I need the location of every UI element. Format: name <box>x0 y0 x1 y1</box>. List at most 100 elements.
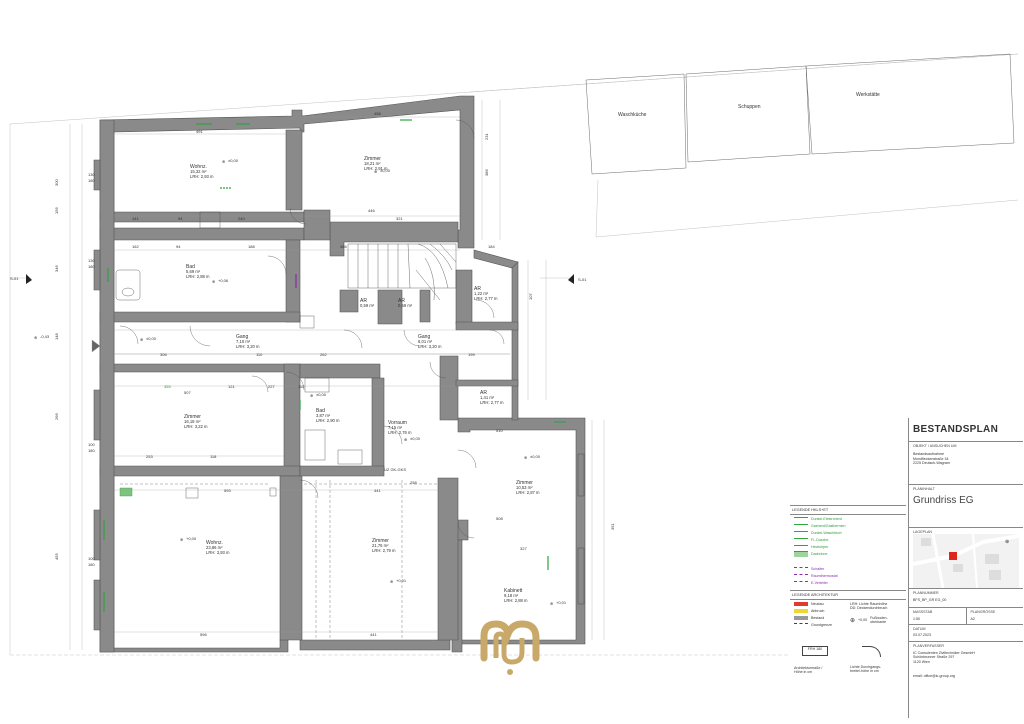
legend-item: Schalter <box>790 565 906 572</box>
window-tags: 130180130180100180100180 <box>88 172 95 567</box>
level-symbol-icon: ⊕ <box>524 455 527 460</box>
window-tag: 130 <box>88 172 95 177</box>
level-mark: +0,01 <box>396 578 407 583</box>
site-map: ⊕ <box>913 534 1019 588</box>
legend-symbol-icon <box>794 566 808 571</box>
level-mark: ±0,00 <box>410 436 421 441</box>
dimension-label: 227 <box>268 384 275 389</box>
planverfasser-email: email: office@ic-group.org <box>913 674 955 679</box>
dimension-label: 351 <box>610 523 615 530</box>
datum-label: DATUM <box>913 626 926 631</box>
dimension-label: 266 <box>54 413 59 420</box>
section-mark-right: S-01 <box>578 277 587 282</box>
planinhalt-value: Grundriss EG <box>913 495 974 506</box>
outbuilding-label: Schuppen <box>738 104 761 110</box>
planverfasser-label: PLANVERFASSER <box>913 643 944 648</box>
plannummer-value: BFS_BP_GR EG_00 <box>913 598 947 602</box>
dimension-label: 596 <box>200 632 207 637</box>
level-symbol-icon: ⊕ <box>404 437 407 442</box>
legend-item-label: Neubau <box>811 601 824 606</box>
legend-item: Dunkel-Elektroherd <box>790 515 906 522</box>
level-symbol-icon: ⊕ <box>310 393 313 398</box>
dimension-label: 508 <box>496 516 503 521</box>
level-symbol-icon: ⊕ <box>212 279 215 284</box>
dimension-label: 507 <box>184 390 191 395</box>
plan-type-title: BESTANDSPLAN <box>909 418 1023 442</box>
level-mark: +0,01 <box>556 600 567 605</box>
plangroesse-label: PLANGRÖSSE <box>970 610 996 614</box>
planverfasser-line: 1120 Wien <box>913 659 930 664</box>
dimension-label: 441 <box>374 488 381 493</box>
legend-item-label: Gasherd/Gasthermen <box>811 523 846 528</box>
level-symbol-icon: ⊕ <box>34 335 37 340</box>
legend-item-label: E-Verteiler <box>811 580 828 585</box>
legend-dd-note: DD: Deckendurchbruch <box>850 606 888 610</box>
dimension-label: 231 <box>484 133 489 140</box>
legend-symbol-icon <box>794 601 808 606</box>
legend-item: Abbruch <box>790 607 850 614</box>
dimension-label: 262 <box>320 352 327 357</box>
legend-arch-note-2: Höhe in cm <box>794 670 813 674</box>
level-mark: ±0,00 <box>380 168 391 173</box>
door-symbol-icon <box>862 646 881 657</box>
dimension-label: 94 <box>178 216 183 221</box>
plannummer-label: PLANNUMMER <box>913 591 939 595</box>
dimension-label: 441 <box>370 632 377 637</box>
dimension-label: 510 <box>496 428 503 433</box>
north-arrow-icon: ⊕ <box>1005 539 1009 545</box>
legend-symbol-icon <box>794 550 808 557</box>
legend-item: Neubau <box>790 600 850 607</box>
dimension-label: 253 <box>146 454 153 459</box>
dimension-label: 327 <box>520 546 527 551</box>
window-tag: 180 <box>88 562 95 567</box>
legend-hkls-heading: LEGENDE HKLS+ET <box>790 506 906 515</box>
building-walls <box>93 95 586 653</box>
legend-item: Bestand <box>790 614 850 621</box>
dimension-label: 110 <box>256 352 263 357</box>
legend-item-label: Schalter <box>811 566 825 571</box>
room-height: LRH: 2,77 m <box>474 296 498 301</box>
window-tag: 130 <box>88 258 95 263</box>
room-height: LRH: 2,87 m <box>516 490 540 495</box>
dimension-label: 346 <box>54 265 59 272</box>
level-symbol-icon: ⊕ <box>180 537 183 542</box>
dimension-label: 110 <box>298 384 305 389</box>
legend-item: Fl.-Dusche <box>790 536 906 543</box>
objekt-line: 2225 Deutsch-Wagram <box>913 461 950 466</box>
legend-item-label: Abbruch <box>811 608 825 613</box>
legend-item-label: Dachrinne <box>811 551 828 556</box>
legend-item: Dachrinne <box>790 550 906 557</box>
level-symbol-icon: ⊕ <box>140 337 143 342</box>
room-height: LRH: 2,77 m <box>480 400 504 405</box>
room-height: LRH: 2,88 m <box>504 598 528 603</box>
legend-fb-note: Fußboden- oberkante <box>870 616 888 624</box>
level-mark: +0,06 <box>218 278 229 283</box>
level-symbol-icon: ⊕ <box>222 159 225 164</box>
dimension-label: 258 <box>410 480 417 485</box>
dimension-label: 188 <box>248 244 255 249</box>
legend-fb-value: +0,00 <box>858 618 868 622</box>
level-mark: ±0,00 <box>530 454 541 459</box>
room-height: LRH: 2,90 m <box>316 418 340 423</box>
dimension-label: 321 <box>396 216 403 221</box>
level-symbol-icon: ⊕ <box>390 579 393 584</box>
legend-item-label: Bestand <box>811 615 825 620</box>
legend-symbol-icon <box>794 544 808 549</box>
legend-item: Grundgrenze <box>790 621 850 628</box>
legend-frh-value: FRH 180 <box>807 647 823 651</box>
legend-item: Dunkel-Waschtisch <box>790 529 906 536</box>
legend-item-label: Heizkörper <box>811 544 829 549</box>
level-mark: -0,43 <box>40 334 50 339</box>
legend-item-label: Grundgrenze <box>811 622 832 627</box>
section-mark-left: S-01 <box>10 276 19 281</box>
legend-item: Gasherd/Gasthermen <box>790 522 906 529</box>
legend-item-label: Raumthermostat <box>811 573 838 578</box>
window-tag: 180 <box>88 264 95 269</box>
massstab-value: 1:50 <box>913 617 920 621</box>
room-height: LRH: 3,93 m <box>206 550 230 555</box>
room-height: LRH: 3,20 m <box>236 344 260 349</box>
level-mark: ±0,00 <box>228 158 239 163</box>
level-mark: +0,00 <box>186 536 197 541</box>
legend-architecture-list: Neubau Abbruch Bestand Grundgrenze <box>790 600 850 628</box>
room-height: LRH: 2,79 m <box>372 548 396 553</box>
